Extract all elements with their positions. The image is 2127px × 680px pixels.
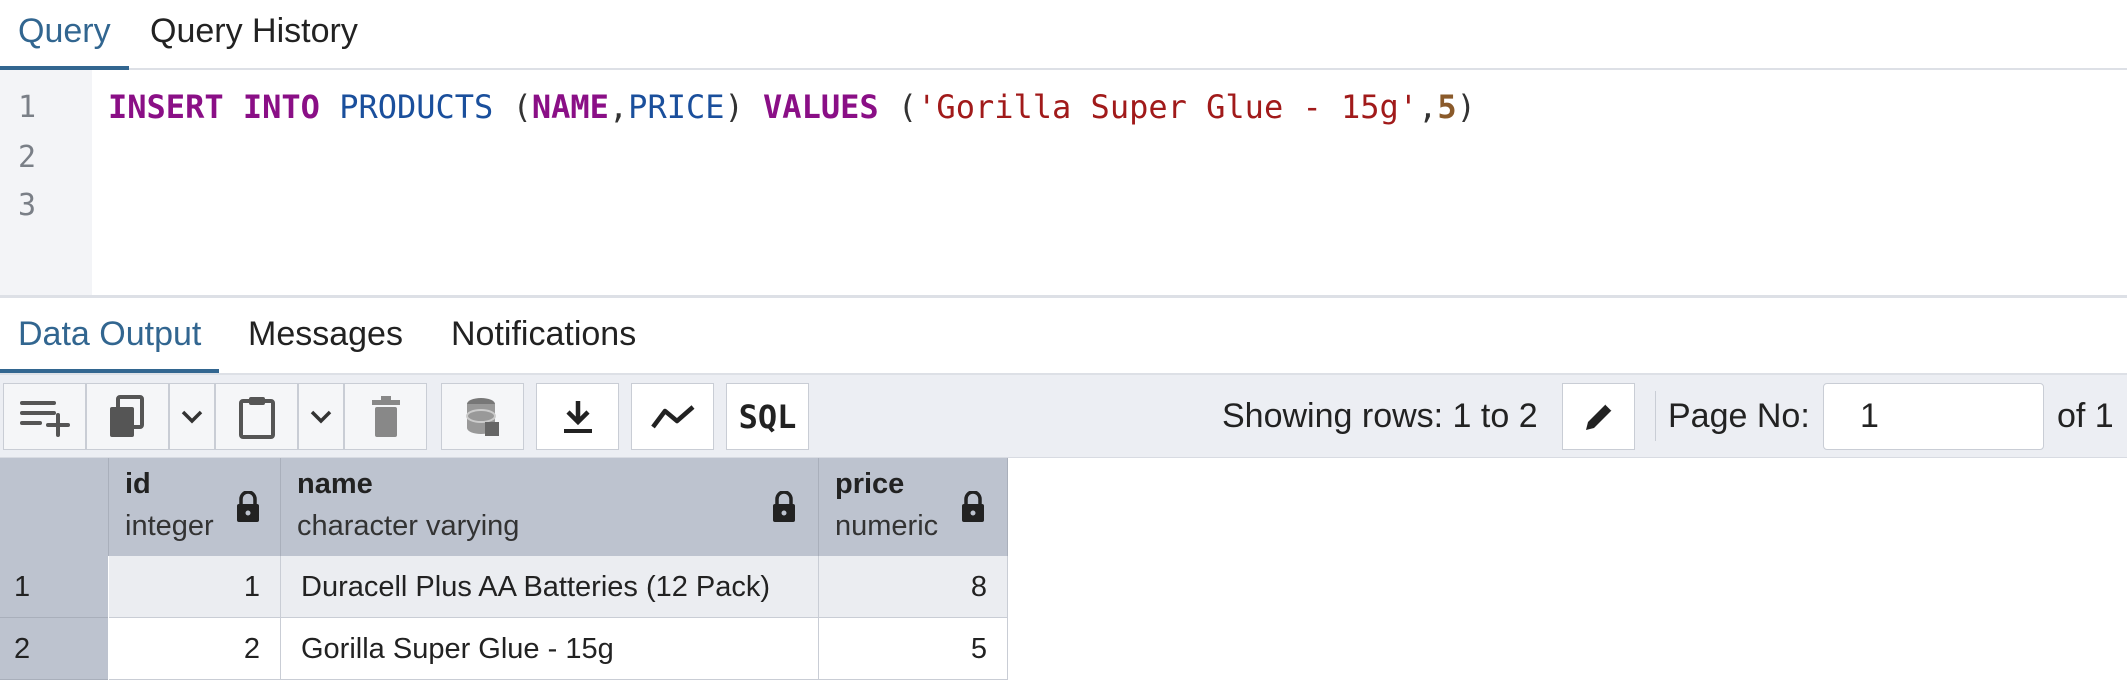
line-gutter: 1 2 3 bbox=[0, 70, 92, 295]
save-data-icon bbox=[465, 397, 499, 436]
column-type: integer bbox=[125, 510, 214, 542]
tab-notifications[interactable]: Notifications bbox=[433, 298, 654, 373]
add-row-button[interactable] bbox=[3, 383, 86, 450]
delete-button[interactable] bbox=[344, 383, 427, 450]
tab-query[interactable]: Query bbox=[0, 0, 129, 70]
delete-icon bbox=[371, 395, 400, 437]
paren: ) bbox=[1456, 88, 1476, 126]
cell-id[interactable]: 1 bbox=[109, 556, 281, 618]
add-row-icon bbox=[19, 400, 70, 437]
data-toolbar: SQL Showing rows: 1 to 2 Page No: 1 of 1 bbox=[0, 375, 2127, 458]
keyword-insert: INSERT bbox=[108, 88, 224, 126]
graph-icon bbox=[650, 404, 694, 428]
sql-editor[interactable]: 1 2 3 INSERT INTO PRODUCTS (NAME,PRICE) … bbox=[0, 70, 2127, 298]
paste-button[interactable] bbox=[215, 383, 298, 450]
column-name: price bbox=[835, 468, 905, 500]
paste-icon bbox=[238, 396, 275, 439]
line-number: 2 bbox=[18, 140, 37, 175]
cell-name[interactable]: Gorilla Super Glue - 15g bbox=[281, 618, 819, 680]
column-header-id[interactable]: id integer bbox=[109, 458, 281, 556]
chevron-down-icon bbox=[181, 410, 203, 423]
code-line-1[interactable]: INSERT INTO PRODUCTS (NAME,PRICE) VALUES… bbox=[108, 87, 1476, 127]
pencil-icon bbox=[1585, 402, 1613, 430]
tab-messages[interactable]: Messages bbox=[230, 298, 421, 373]
query-tabbar: Query Query History bbox=[0, 0, 2127, 70]
comma: , bbox=[1418, 88, 1438, 126]
string-literal: 'Gorilla Super Glue - 15g' bbox=[917, 88, 1419, 126]
rows-status: Showing rows: 1 to 2 bbox=[1222, 397, 1538, 435]
lock-icon bbox=[962, 491, 984, 522]
row-number[interactable]: 2 bbox=[0, 618, 108, 680]
column-name-identifier: NAME bbox=[531, 88, 609, 126]
edit-rows-button[interactable] bbox=[1562, 383, 1635, 450]
keyword-values: VALUES bbox=[763, 88, 879, 126]
line-number: 1 bbox=[18, 90, 37, 125]
paren: ) bbox=[724, 88, 744, 126]
comma: , bbox=[608, 88, 629, 126]
column-name: name bbox=[297, 468, 373, 500]
download-button[interactable] bbox=[536, 383, 619, 450]
graph-visualiser-button[interactable] bbox=[631, 383, 714, 450]
sql-button[interactable]: SQL bbox=[726, 383, 809, 450]
sql-icon: SQL bbox=[738, 397, 797, 436]
page-no-input[interactable]: 1 bbox=[1823, 383, 2044, 450]
lock-icon bbox=[237, 491, 259, 522]
copy-options-dropdown[interactable] bbox=[169, 383, 215, 450]
toolbar-divider bbox=[1655, 391, 1656, 441]
cell-price[interactable]: 8 bbox=[819, 556, 1008, 618]
grid-corner[interactable] bbox=[0, 458, 109, 556]
chevron-down-icon bbox=[310, 410, 332, 423]
copy-icon bbox=[109, 394, 144, 437]
tab-query-history[interactable]: Query History bbox=[132, 0, 376, 70]
copy-button[interactable] bbox=[86, 383, 169, 450]
lock-icon bbox=[773, 491, 795, 522]
save-data-button[interactable] bbox=[441, 383, 524, 450]
paste-options-dropdown[interactable] bbox=[298, 383, 344, 450]
number-literal: 5 bbox=[1437, 88, 1457, 126]
column-header-name[interactable]: name character varying bbox=[281, 458, 819, 556]
keyword-into: INTO bbox=[242, 88, 320, 126]
column-type: character varying bbox=[297, 510, 520, 542]
row-number[interactable]: 1 bbox=[0, 556, 108, 618]
download-icon bbox=[563, 400, 592, 433]
cell-price[interactable]: 5 bbox=[819, 618, 1008, 680]
column-type: numeric bbox=[835, 510, 939, 542]
column-price-identifier: PRICE bbox=[628, 88, 725, 126]
column-header-price[interactable]: price numeric bbox=[819, 458, 1008, 556]
paren: ( bbox=[897, 88, 918, 126]
cell-name[interactable]: Duracell Plus AA Batteries (12 Pack) bbox=[281, 556, 819, 618]
table-identifier: PRODUCTS bbox=[339, 88, 494, 126]
column-name: id bbox=[125, 468, 151, 500]
tab-data-output[interactable]: Data Output bbox=[0, 298, 220, 373]
page-no-label: Page No: bbox=[1668, 397, 1810, 435]
paren: ( bbox=[512, 88, 532, 126]
cell-id[interactable]: 2 bbox=[109, 618, 281, 680]
output-tabbar: Data Output Messages Notifications bbox=[0, 298, 2127, 375]
line-number: 3 bbox=[18, 188, 37, 223]
page-count-label: of 1 bbox=[2057, 397, 2114, 435]
